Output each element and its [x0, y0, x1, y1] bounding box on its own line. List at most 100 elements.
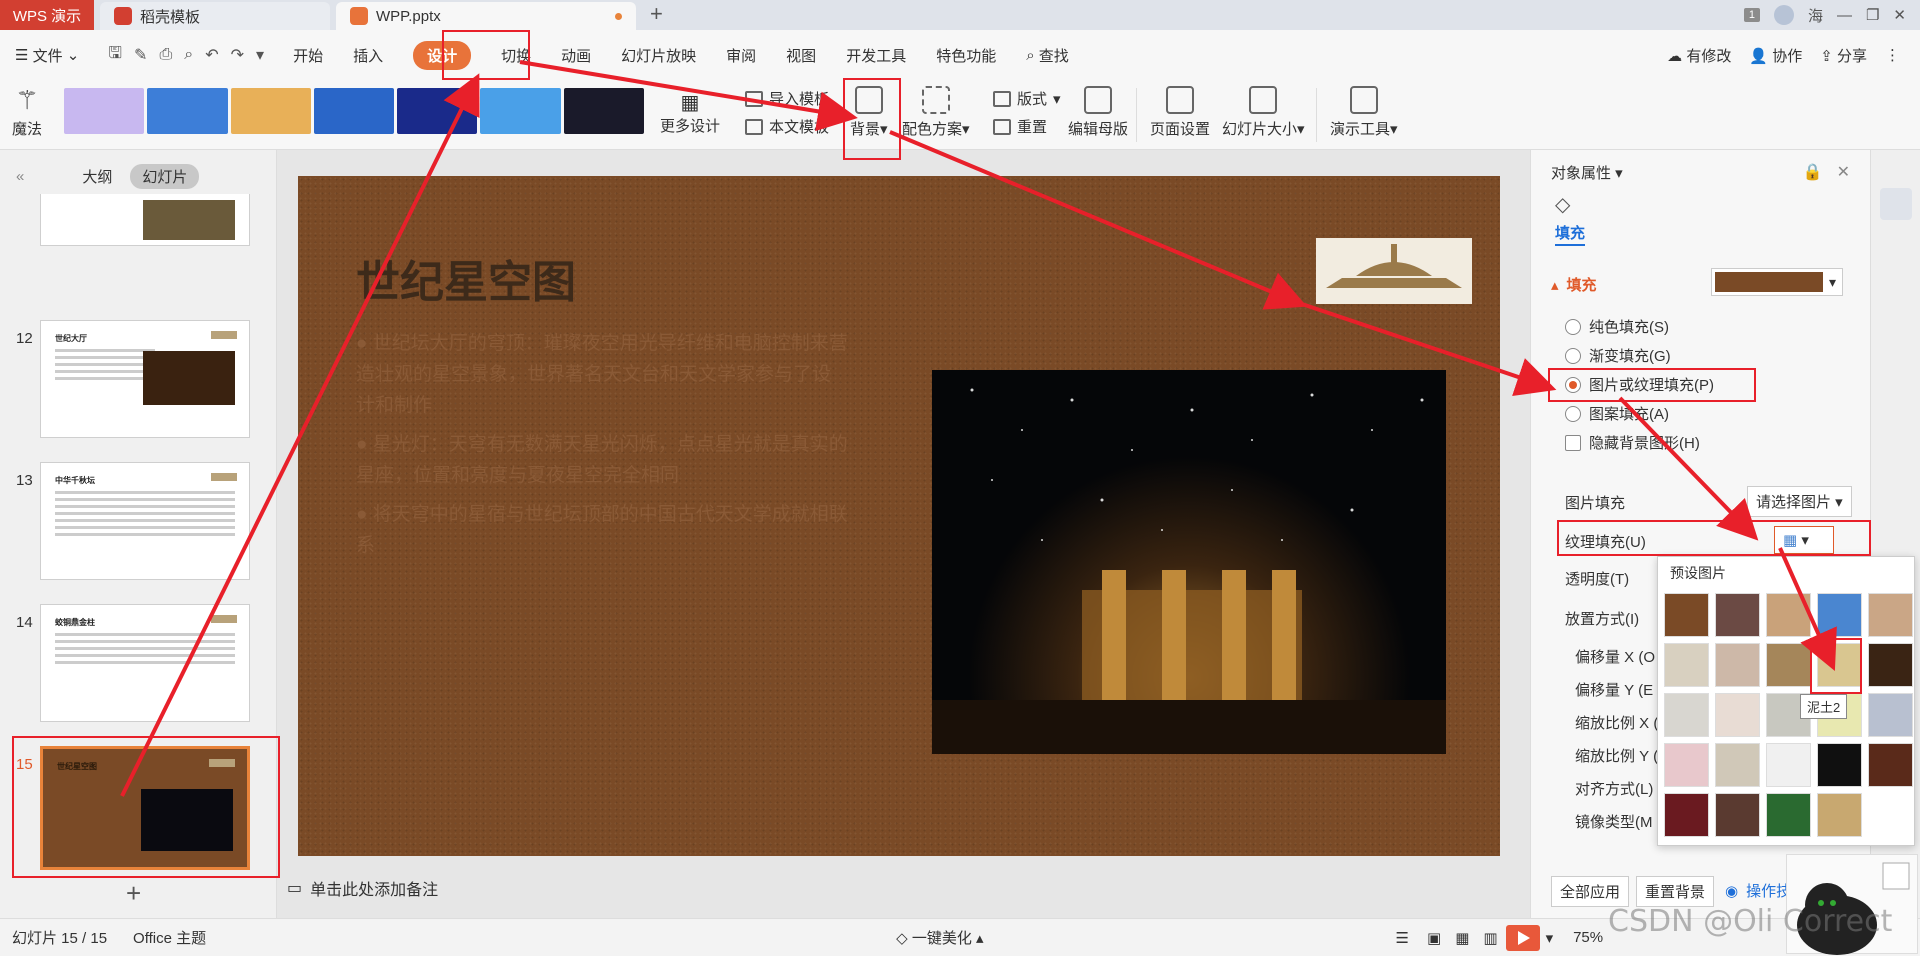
menu-insert[interactable]: 插入: [338, 30, 398, 80]
reading-view-icon[interactable]: ▥: [1483, 929, 1497, 947]
preview-icon[interactable]: ⌕: [184, 46, 193, 64]
texture-swatch[interactable]: [1715, 693, 1760, 737]
slide-thumb-12[interactable]: 世纪大厅: [40, 320, 250, 438]
slide-title[interactable]: 世纪星空图: [356, 246, 576, 310]
properties-icon[interactable]: [1879, 188, 1912, 220]
file-tab-wpp[interactable]: WPP.pptx: [336, 2, 636, 30]
new-tab-icon[interactable]: +: [650, 0, 663, 30]
file-menu[interactable]: ☰ 文件 ⌄: [0, 30, 94, 80]
texture-swatch[interactable]: [1817, 793, 1862, 837]
slide-thumb-13[interactable]: 中华千秋坛: [40, 462, 250, 580]
reset-button[interactable]: 重置: [993, 116, 1047, 137]
texture-swatch[interactable]: [1766, 643, 1811, 687]
collapse-panel-icon[interactable]: «: [16, 168, 24, 185]
more-icon[interactable]: ▾: [256, 45, 264, 65]
texture-swatch[interactable]: [1766, 593, 1811, 637]
menu-view[interactable]: 视图: [771, 30, 831, 80]
texture-swatch[interactable]: [1664, 743, 1709, 787]
search-button[interactable]: ⌕ 查找: [1011, 30, 1084, 80]
apply-all-button[interactable]: 全部应用: [1551, 876, 1630, 907]
share-button[interactable]: ⇪ 分享: [1820, 45, 1867, 66]
beautify-button[interactable]: ◇ 一键美化 ▴: [896, 927, 983, 948]
template-thumb[interactable]: [480, 88, 561, 134]
template-thumb[interactable]: [147, 88, 228, 134]
modified-button[interactable]: ☁ 有修改: [1667, 45, 1731, 66]
texture-swatch[interactable]: [1817, 743, 1862, 787]
slide-logo[interactable]: [1316, 238, 1472, 304]
slide-size-button[interactable]: 幻灯片大小▾: [1222, 86, 1305, 139]
window-count-badge[interactable]: 1: [1743, 8, 1760, 22]
operation-tips-link[interactable]: ◉ 操作技: [1725, 880, 1791, 901]
picture-fill-dropdown[interactable]: 请选择图片 ▾: [1747, 486, 1852, 517]
theme-name[interactable]: Office 主题: [133, 927, 206, 948]
add-slide-icon[interactable]: +: [126, 878, 141, 909]
user-name[interactable]: 海: [1808, 5, 1823, 26]
texture-swatch[interactable]: [1664, 643, 1709, 687]
layout-button[interactable]: 版式 ▾: [993, 88, 1061, 109]
hide-bg-checkbox[interactable]: 隐藏背景图形(H): [1565, 432, 1700, 453]
texture-swatch[interactable]: [1868, 593, 1913, 637]
template-thumb[interactable]: [313, 88, 395, 134]
app-tab[interactable]: WPS 演示: [0, 0, 94, 30]
slide[interactable]: 世纪星空图 ● 世纪坛大厅的穹顶：璀璨夜空用光导纤维和电脑控制来营造壮观的星空景…: [298, 176, 1500, 856]
star-icon[interactable]: [1880, 258, 1912, 290]
text-template-button[interactable]: 本文模板: [745, 116, 829, 137]
texture-swatch[interactable]: [1715, 593, 1760, 637]
import-template-button[interactable]: 导入模板: [745, 88, 829, 109]
restore-icon[interactable]: ❐: [1866, 6, 1879, 24]
menu-animation[interactable]: 动画: [546, 30, 606, 80]
texture-swatch[interactable]: [1715, 743, 1760, 787]
minimize-icon[interactable]: —: [1837, 7, 1852, 24]
slide-thumb-11[interactable]: [40, 194, 250, 246]
texture-swatch[interactable]: [1766, 793, 1811, 837]
normal-view-icon[interactable]: ▣: [1427, 929, 1441, 947]
texture-swatch[interactable]: [1664, 693, 1709, 737]
play-slideshow-button[interactable]: [1505, 924, 1540, 951]
sorter-view-icon[interactable]: ▦: [1455, 929, 1469, 947]
fill-section-header[interactable]: ▴ 填充: [1551, 274, 1597, 295]
notes-area[interactable]: ▭ 单击此处添加备注: [287, 876, 438, 900]
more-design-button[interactable]: ▦ 更多设计: [660, 90, 720, 136]
texture-swatch[interactable]: [1715, 793, 1760, 837]
edit-master-button[interactable]: 编辑母版: [1068, 86, 1128, 139]
texture-swatch[interactable]: [1664, 793, 1709, 837]
slide-bullets[interactable]: ● 世纪坛大厅的穹顶：璀璨夜空用光导纤维和电脑控制来营造壮观的星空景象，世界著名…: [356, 328, 848, 569]
option-solid-fill[interactable]: 纯色填充(S): [1565, 316, 1669, 337]
format-painter-icon[interactable]: ✎: [134, 45, 147, 65]
option-pattern-fill[interactable]: 图案填充(A): [1565, 403, 1669, 424]
menu-start[interactable]: 开始: [278, 30, 338, 80]
print-icon[interactable]: ⎙: [159, 46, 172, 64]
notes-toggle-icon[interactable]: ☰: [1396, 929, 1409, 947]
texture-swatch[interactable]: [1868, 643, 1913, 687]
template-thumb[interactable]: [563, 88, 644, 134]
redo-icon[interactable]: ↷: [231, 45, 244, 65]
page-setup-button[interactable]: 页面设置: [1150, 86, 1210, 139]
tab-outline[interactable]: 大纲: [82, 166, 112, 187]
option-gradient-fill[interactable]: 渐变填充(G): [1565, 345, 1671, 366]
texture-swatch[interactable]: [1664, 593, 1709, 637]
magic-button[interactable]: ⚚ 魔法: [12, 86, 42, 139]
tab-slides[interactable]: 幻灯片: [130, 164, 200, 189]
menu-slideshow[interactable]: 幻灯片放映: [606, 30, 711, 80]
presenter-tools-button[interactable]: 演示工具▾: [1330, 86, 1398, 139]
texture-swatch[interactable]: [1766, 743, 1811, 787]
play-dropdown-icon[interactable]: ▾: [1546, 929, 1554, 947]
panel-close-icon[interactable]: ✕: [1837, 162, 1850, 182]
file-tab-daoke[interactable]: 稻壳模板: [100, 2, 330, 30]
lock-icon[interactable]: 🔒: [1803, 162, 1823, 182]
menu-review[interactable]: 审阅: [711, 30, 771, 80]
slide-photo[interactable]: [932, 370, 1446, 754]
close-icon[interactable]: ✕: [1893, 6, 1906, 24]
avatar[interactable]: [1773, 5, 1794, 25]
template-thumb[interactable]: [64, 88, 145, 134]
undo-icon[interactable]: ↶: [205, 45, 218, 65]
slide-thumb-14[interactable]: 蛟铜鼎金柱: [40, 604, 250, 722]
panel-title[interactable]: 对象属性 ▾: [1551, 162, 1623, 183]
color-scheme-button[interactable]: 配色方案▾: [902, 86, 970, 139]
tab-fill[interactable]: 填充: [1555, 222, 1586, 246]
collab-button[interactable]: 👤 协作: [1749, 45, 1802, 66]
more-menu-icon[interactable]: ⋮: [1885, 46, 1900, 64]
save-icon[interactable]: 🖫: [108, 42, 122, 69]
fill-color-dropdown[interactable]: ▾: [1711, 268, 1843, 296]
texture-swatch[interactable]: [1868, 743, 1913, 787]
